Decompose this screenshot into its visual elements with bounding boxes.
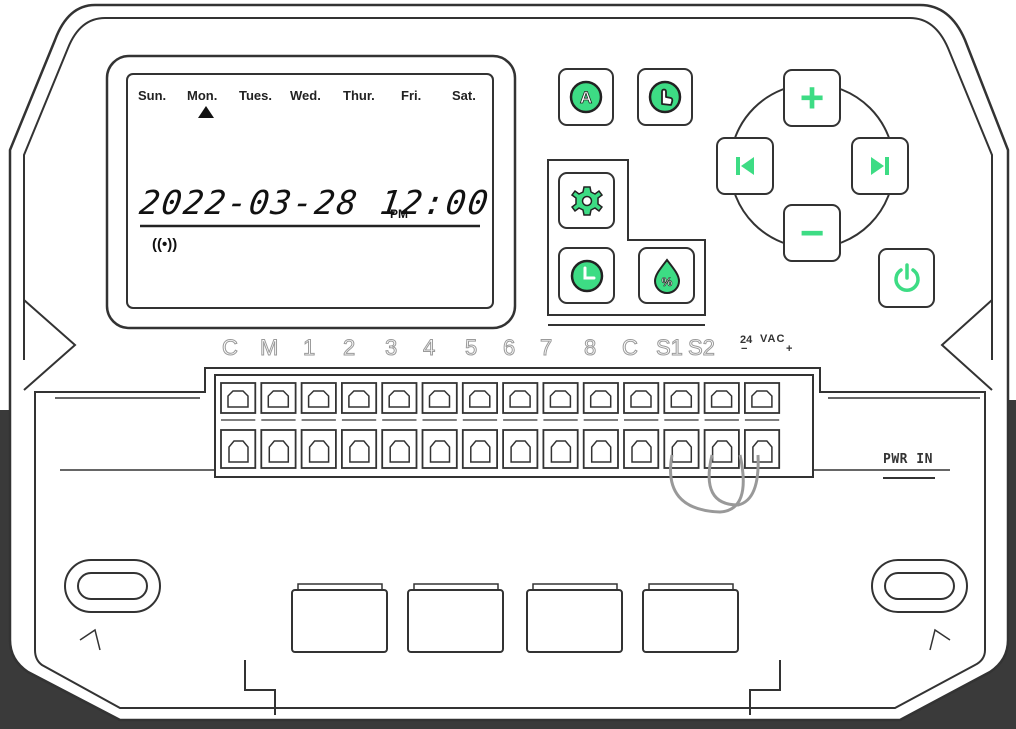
plus-button[interactable]: + (783, 69, 841, 127)
terminal-screw-5[interactable] (421, 382, 458, 414)
minus-icon: − (799, 209, 825, 256)
power-button[interactable] (878, 248, 935, 308)
day-wed: Wed. (290, 88, 321, 103)
clock-icon (570, 259, 603, 292)
lcd-datetime: 2022-03-28 12:00 (137, 183, 493, 222)
day-tue: Tues. (239, 88, 272, 103)
day-mon: Mon. (187, 88, 218, 103)
day-sat: Sat. (452, 88, 476, 103)
terminal-screw-3[interactable] (340, 382, 378, 414)
terminal-screw-8[interactable] (542, 382, 579, 414)
terminal-label-4: 3 (384, 335, 398, 361)
vac-text-label: VAC (760, 333, 786, 345)
terminal-screw-6[interactable] (461, 382, 498, 414)
power-icon (893, 263, 920, 292)
terminal-label-11: S1 (656, 335, 684, 361)
terminal-screw-7[interactable] (502, 382, 539, 414)
terminal-label-5: 4 (422, 335, 436, 361)
device-artwork (0, 3, 1016, 729)
terminal-screw-4[interactable] (381, 382, 418, 414)
day-thu: Thur. (343, 88, 375, 103)
terminal-label-0: C (222, 335, 239, 361)
clock-button[interactable] (558, 247, 615, 304)
manual-mode-button[interactable] (637, 68, 693, 126)
terminal-label-8: 7 (539, 335, 553, 361)
hand-pointer-icon (648, 80, 682, 114)
terminal-screw-13[interactable] (744, 382, 781, 414)
terminal-label-7: 6 (502, 335, 516, 361)
minus-button[interactable]: − (783, 204, 841, 262)
terminal-screw-1[interactable] (260, 382, 297, 414)
day-fri: Fri. (401, 88, 422, 103)
wifi-icon: ((•)) (152, 236, 178, 253)
auto-icon: A (569, 80, 603, 114)
skip-previous-icon (736, 157, 754, 175)
lcd-ampm: PM (390, 207, 408, 221)
skip-next-icon (871, 157, 889, 175)
terminal-label-6: 5 (464, 335, 478, 361)
controller-device: Sun. Mon. Tues. Wed. Thur. Fri. Sat. 202… (0, 0, 1016, 729)
terminal-label-3: 2 (342, 335, 356, 361)
terminal-screw-9[interactable] (582, 382, 619, 414)
water-drop-percent-icon: % (653, 257, 680, 294)
terminal-screw-12[interactable] (703, 382, 740, 414)
next-button[interactable] (851, 137, 909, 195)
settings-button[interactable] (558, 172, 615, 229)
plus-icon: + (799, 74, 825, 121)
terminal-label-1: M (259, 335, 279, 361)
gear-icon (570, 185, 603, 216)
svg-text:%: % (661, 275, 672, 289)
vac-plus-label: + (786, 343, 793, 355)
day-sun: Sun. (138, 88, 167, 103)
terminal-label-10: C (622, 335, 639, 361)
terminal-screw-10[interactable] (623, 382, 660, 414)
terminal-screw-2[interactable] (300, 382, 337, 414)
vac-minus-label: − (741, 343, 748, 355)
previous-button[interactable] (716, 137, 774, 195)
svg-text:A: A (580, 88, 592, 107)
water-budget-button[interactable]: % (638, 247, 695, 304)
terminal-label-2: 1 (302, 335, 316, 361)
terminal-screw-0[interactable] (220, 382, 257, 414)
terminal-label-9: 8 (583, 335, 597, 361)
pwr-in-label: PWR IN (883, 452, 933, 467)
terminal-label-12: S2 (688, 335, 716, 361)
auto-mode-button[interactable]: A (558, 68, 614, 126)
terminal-screw-11[interactable] (663, 382, 700, 414)
